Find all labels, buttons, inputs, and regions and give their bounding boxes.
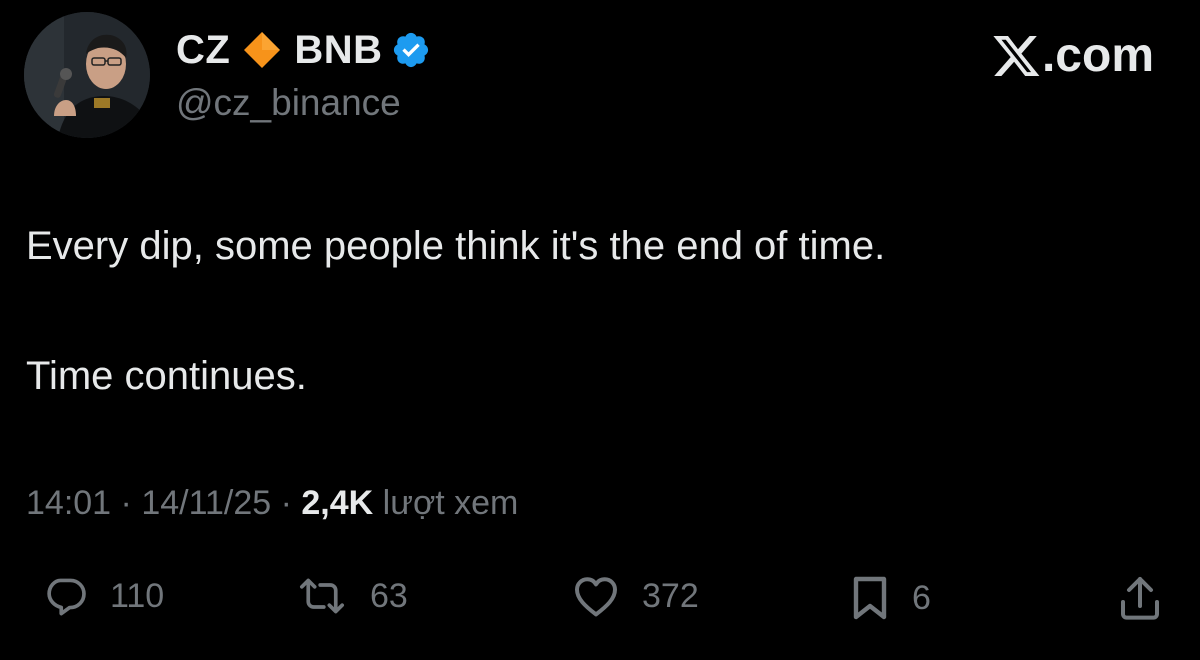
affiliation-name[interactable]: BNB (294, 28, 382, 73)
orange-diamond-icon (244, 32, 281, 68)
brand-domain: .com (1041, 29, 1154, 82)
repost-icon (300, 578, 344, 614)
meta-separator: · (271, 484, 302, 522)
bookmark-button[interactable]: 6 (850, 574, 931, 622)
tweet-text-line-2: Time continues. (26, 354, 307, 398)
heart-icon (575, 577, 617, 617)
like-count: 372 (642, 576, 699, 615)
display-name[interactable]: CZ (176, 28, 230, 73)
tweet-text-line-1: Every dip, some people think it's the en… (26, 224, 886, 268)
views-label: lượt xem (373, 484, 519, 522)
verified-badge-icon (393, 32, 428, 68)
bookmark-icon (853, 576, 887, 620)
brand-logo[interactable]: .com (992, 28, 1154, 83)
tweet-actions-bar: 110 63 372 6 (0, 570, 1200, 630)
tweet-time[interactable]: 14:01 (26, 484, 111, 522)
avatar[interactable] (24, 12, 150, 138)
meta-separator: · (111, 484, 142, 522)
bookmark-count: 6 (912, 578, 931, 617)
repost-count: 63 (370, 576, 408, 615)
reply-button[interactable]: 110 (44, 574, 164, 618)
tweet-metadata: 14:01 · 14/11/25 · 2,4K lượt xem (26, 484, 518, 523)
like-button[interactable]: 372 (572, 574, 699, 618)
share-button[interactable] (1118, 574, 1162, 622)
author-name-row[interactable]: CZ BNB (176, 26, 431, 74)
reply-count: 110 (110, 576, 165, 615)
reply-icon (47, 578, 86, 616)
share-icon (1121, 577, 1159, 620)
repost-button[interactable]: 63 (296, 574, 408, 618)
author-handle[interactable]: @cz_binance (176, 82, 401, 124)
x-logo-icon (993, 35, 1040, 76)
tweet-date[interactable]: 14/11/25 (141, 484, 271, 522)
views-count[interactable]: 2,4K (301, 484, 373, 522)
